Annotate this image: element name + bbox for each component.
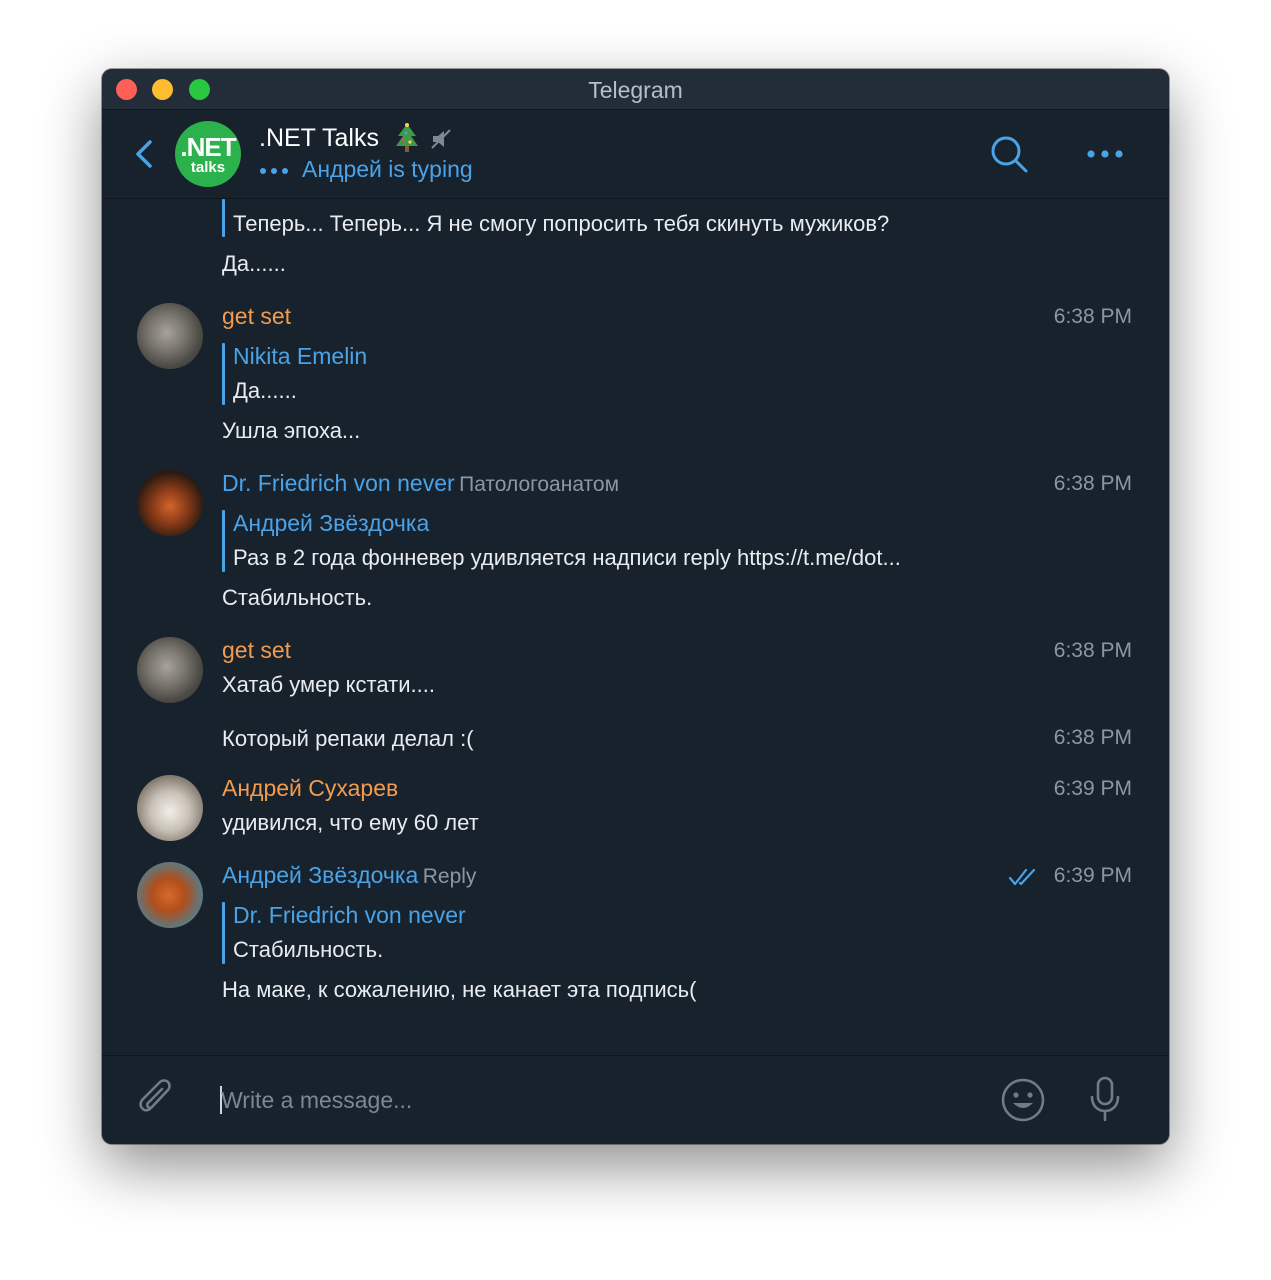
message-header: Андрей Звёздочка Reply [222, 862, 476, 889]
message-time: 6:39 PM [1053, 864, 1132, 887]
message-author[interactable]: Андрей Сухарев [222, 775, 398, 802]
chat-header: .NET talks .NET Talks Андрей is typing [102, 110, 1169, 199]
title-bar: Telegram [102, 69, 1169, 110]
microphone-icon[interactable] [1087, 1075, 1123, 1123]
message-author[interactable]: Андрей Звёздочка [222, 862, 418, 888]
reply-author[interactable]: Андрей Звёздочка [233, 510, 429, 537]
typing-status: Андрей is typing [302, 156, 473, 182]
reply-quote-bar [222, 902, 225, 964]
message-author[interactable]: get set [222, 637, 291, 664]
chat-title[interactable]: .NET Talks [259, 124, 379, 153]
message-text: На маке, к сожалению, не канает эта подп… [222, 977, 697, 1002]
message-list[interactable]: Теперь... Теперь... Я не смогу попросить… [102, 199, 1169, 1055]
window-title: Telegram [588, 77, 683, 103]
message-text: Который репаки делал :( [222, 726, 474, 751]
reply-quote-text[interactable]: Теперь... Теперь... Я не смогу попросить… [233, 211, 889, 237]
reply-quote-text[interactable]: Да...... [233, 378, 297, 404]
search-icon[interactable] [989, 134, 1029, 174]
message-text: Стабильность. [222, 585, 373, 610]
message-author[interactable]: get set [222, 303, 291, 330]
message-text: Да...... [222, 251, 286, 276]
reply-quote-text[interactable]: Стабильность. [233, 937, 383, 963]
message-text: удивился, что ему 60 лет [222, 810, 479, 835]
group-avatar[interactable]: .NET talks [175, 121, 241, 187]
message-text: Хатаб умер кстати.... [222, 672, 435, 697]
paperclip-icon[interactable] [136, 1078, 176, 1122]
group-avatar-subtitle: talks [190, 159, 226, 176]
muted-speaker-icon [431, 129, 451, 149]
double-check-read-icon [1009, 868, 1036, 886]
message-time: 6:39 PM [1053, 777, 1132, 800]
reply-author[interactable]: Nikita Emelin [233, 343, 367, 370]
reply-quote-bar [222, 343, 225, 405]
message-time: 6:38 PM [1053, 305, 1132, 328]
more-options-icon[interactable] [1086, 148, 1124, 160]
message-input[interactable] [221, 1084, 841, 1116]
message-time: 6:38 PM [1053, 726, 1132, 749]
reply-quote-bar [222, 510, 225, 572]
author-badge: Reply [422, 865, 477, 888]
message-composer [102, 1055, 1169, 1144]
avatar[interactable] [137, 303, 203, 369]
message-header: Dr. Friedrich von never Патологоанатом [222, 470, 619, 497]
avatar[interactable] [137, 470, 203, 536]
avatar[interactable] [137, 637, 203, 703]
reply-quote-bar [222, 199, 225, 237]
reply-author[interactable]: Dr. Friedrich von never [233, 902, 466, 929]
christmas-tree-icon [396, 123, 418, 152]
message-time: 6:38 PM [1053, 472, 1132, 495]
reply-quote-text[interactable]: Раз в 2 года фонневер удивляется надписи… [233, 545, 901, 571]
message-author[interactable]: Dr. Friedrich von never [222, 470, 455, 496]
back-arrow-icon[interactable] [132, 136, 158, 172]
avatar[interactable] [137, 775, 203, 841]
message-text: Ушла эпоха... [222, 418, 361, 443]
telegram-window: Telegram .NET talks .NET Talks Андрей is… [102, 69, 1169, 1144]
avatar[interactable] [137, 862, 203, 928]
message-time: 6:38 PM [1053, 639, 1132, 662]
author-badge: Патологоанатом [459, 473, 620, 496]
typing-dots-icon [260, 168, 288, 174]
emoji-icon[interactable] [1000, 1077, 1046, 1123]
